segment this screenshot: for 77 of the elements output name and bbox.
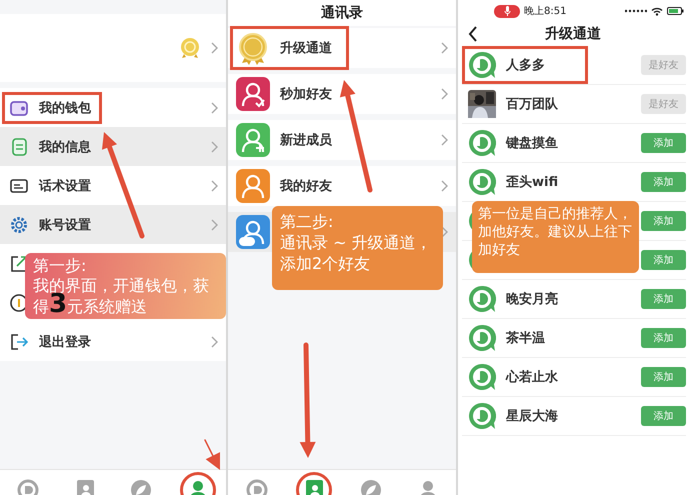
menu-label: 升级通道 <box>280 40 332 57</box>
chevron-icon <box>441 42 448 54</box>
menu-label: 我的信息 <box>39 138 91 156</box>
screen-title: 升级通道 <box>544 25 602 43</box>
contact-name: 晚安月亮 <box>506 290 558 308</box>
app-logo-icon <box>468 168 496 196</box>
chevron-icon <box>211 42 218 54</box>
app-logo-icon <box>468 129 496 157</box>
menu-label: 秒加好友 <box>280 86 332 103</box>
app-logo-icon <box>468 285 496 313</box>
annotation-arrow <box>204 439 220 470</box>
app-logo-icon <box>468 51 496 79</box>
menu-row[interactable]: 账号设置 <box>0 205 226 244</box>
note-text: 加好友 <box>478 241 521 260</box>
chevron-icon <box>441 134 448 146</box>
menu-label: 话术设置 <box>39 178 91 194</box>
wifi-icon <box>651 6 663 16</box>
add-button[interactable]: 添加 <box>641 289 686 309</box>
contact-name: 键盘摸鱼 <box>506 135 558 152</box>
settings-icon <box>9 214 29 234</box>
contact-menu-row[interactable]: 秒加好友 <box>228 74 456 114</box>
menu-row[interactable]: 我的信息 <box>0 127 226 166</box>
back-icon[interactable] <box>468 26 478 42</box>
chat-icon <box>246 479 268 495</box>
menu-row[interactable]: 我的钱包 <box>0 88 226 127</box>
note-text: 得3元系统赠送 <box>33 295 148 317</box>
add-button[interactable]: 添加 <box>641 133 686 153</box>
chevron-icon <box>211 218 218 230</box>
add-button[interactable]: 添加 <box>641 367 686 387</box>
note-text: 第一步: <box>33 256 88 276</box>
note-text: 第二步: <box>280 212 334 233</box>
add-button[interactable]: 添加 <box>641 172 686 192</box>
chevron-icon <box>441 226 448 238</box>
app-logo-icon <box>468 324 496 352</box>
battery-icon <box>667 7 684 15</box>
logout-icon <box>9 332 29 352</box>
contact-name: 人多多 <box>506 57 545 74</box>
app-logo-icon <box>468 363 496 391</box>
status-time: 晚上8:51 <box>524 4 566 18</box>
note-text: 加他好友。建议从上往下 <box>478 223 633 242</box>
contact-menu-row[interactable]: 升级通道 <box>228 28 456 68</box>
contact-name: 茶半温 <box>506 330 545 347</box>
microphone-icon <box>504 6 510 16</box>
chevron-icon <box>211 180 218 192</box>
contact-name: 百万团队 <box>506 96 558 113</box>
friend-status-button[interactable]: 是好友 <box>641 55 686 75</box>
menu-label: 新进成员 <box>280 132 332 149</box>
contact-name: 歪头wifi <box>506 174 558 191</box>
note-text: 添加2个好友 <box>280 254 372 274</box>
contact-name: 星辰大海 <box>506 408 558 425</box>
add-button[interactable]: 添加 <box>641 328 686 348</box>
signal-icon <box>625 9 647 13</box>
menu-label: 账号设置 <box>39 216 91 234</box>
menu-row[interactable]: 话术设置 <box>0 166 226 205</box>
chevron-icon <box>211 140 218 152</box>
chevron-icon <box>211 102 218 114</box>
contact-menu-row[interactable]: 我的好友 <box>228 166 456 206</box>
add-button[interactable]: 添加 <box>641 250 686 270</box>
chat-icon <box>17 479 40 495</box>
chevron-icon <box>441 88 448 100</box>
menu-label: 我的好友 <box>280 178 332 195</box>
menu-row[interactable]: 退出登录 <box>0 322 226 361</box>
menu-label: 我的钱包 <box>39 100 91 116</box>
vip-badge-icon <box>179 37 201 59</box>
contact-name: 心若止水 <box>506 368 558 386</box>
app-logo-icon <box>468 402 496 430</box>
menu-label: 退出登录 <box>39 334 91 350</box>
friend-status-button[interactable]: 是好友 <box>641 94 686 114</box>
note-text: 通讯录 ~ 升级通道， <box>280 232 433 254</box>
document-icon <box>9 136 29 156</box>
screen-title: 通讯录 <box>228 0 456 26</box>
chevron-icon <box>441 180 448 192</box>
add-button[interactable]: 添加 <box>641 211 686 231</box>
chevron-icon <box>211 336 218 348</box>
add-button[interactable]: 添加 <box>641 406 686 426</box>
contact-menu-row[interactable]: 新进成员 <box>228 120 456 160</box>
note-text: 第一位是自己的推荐人， <box>478 205 633 224</box>
